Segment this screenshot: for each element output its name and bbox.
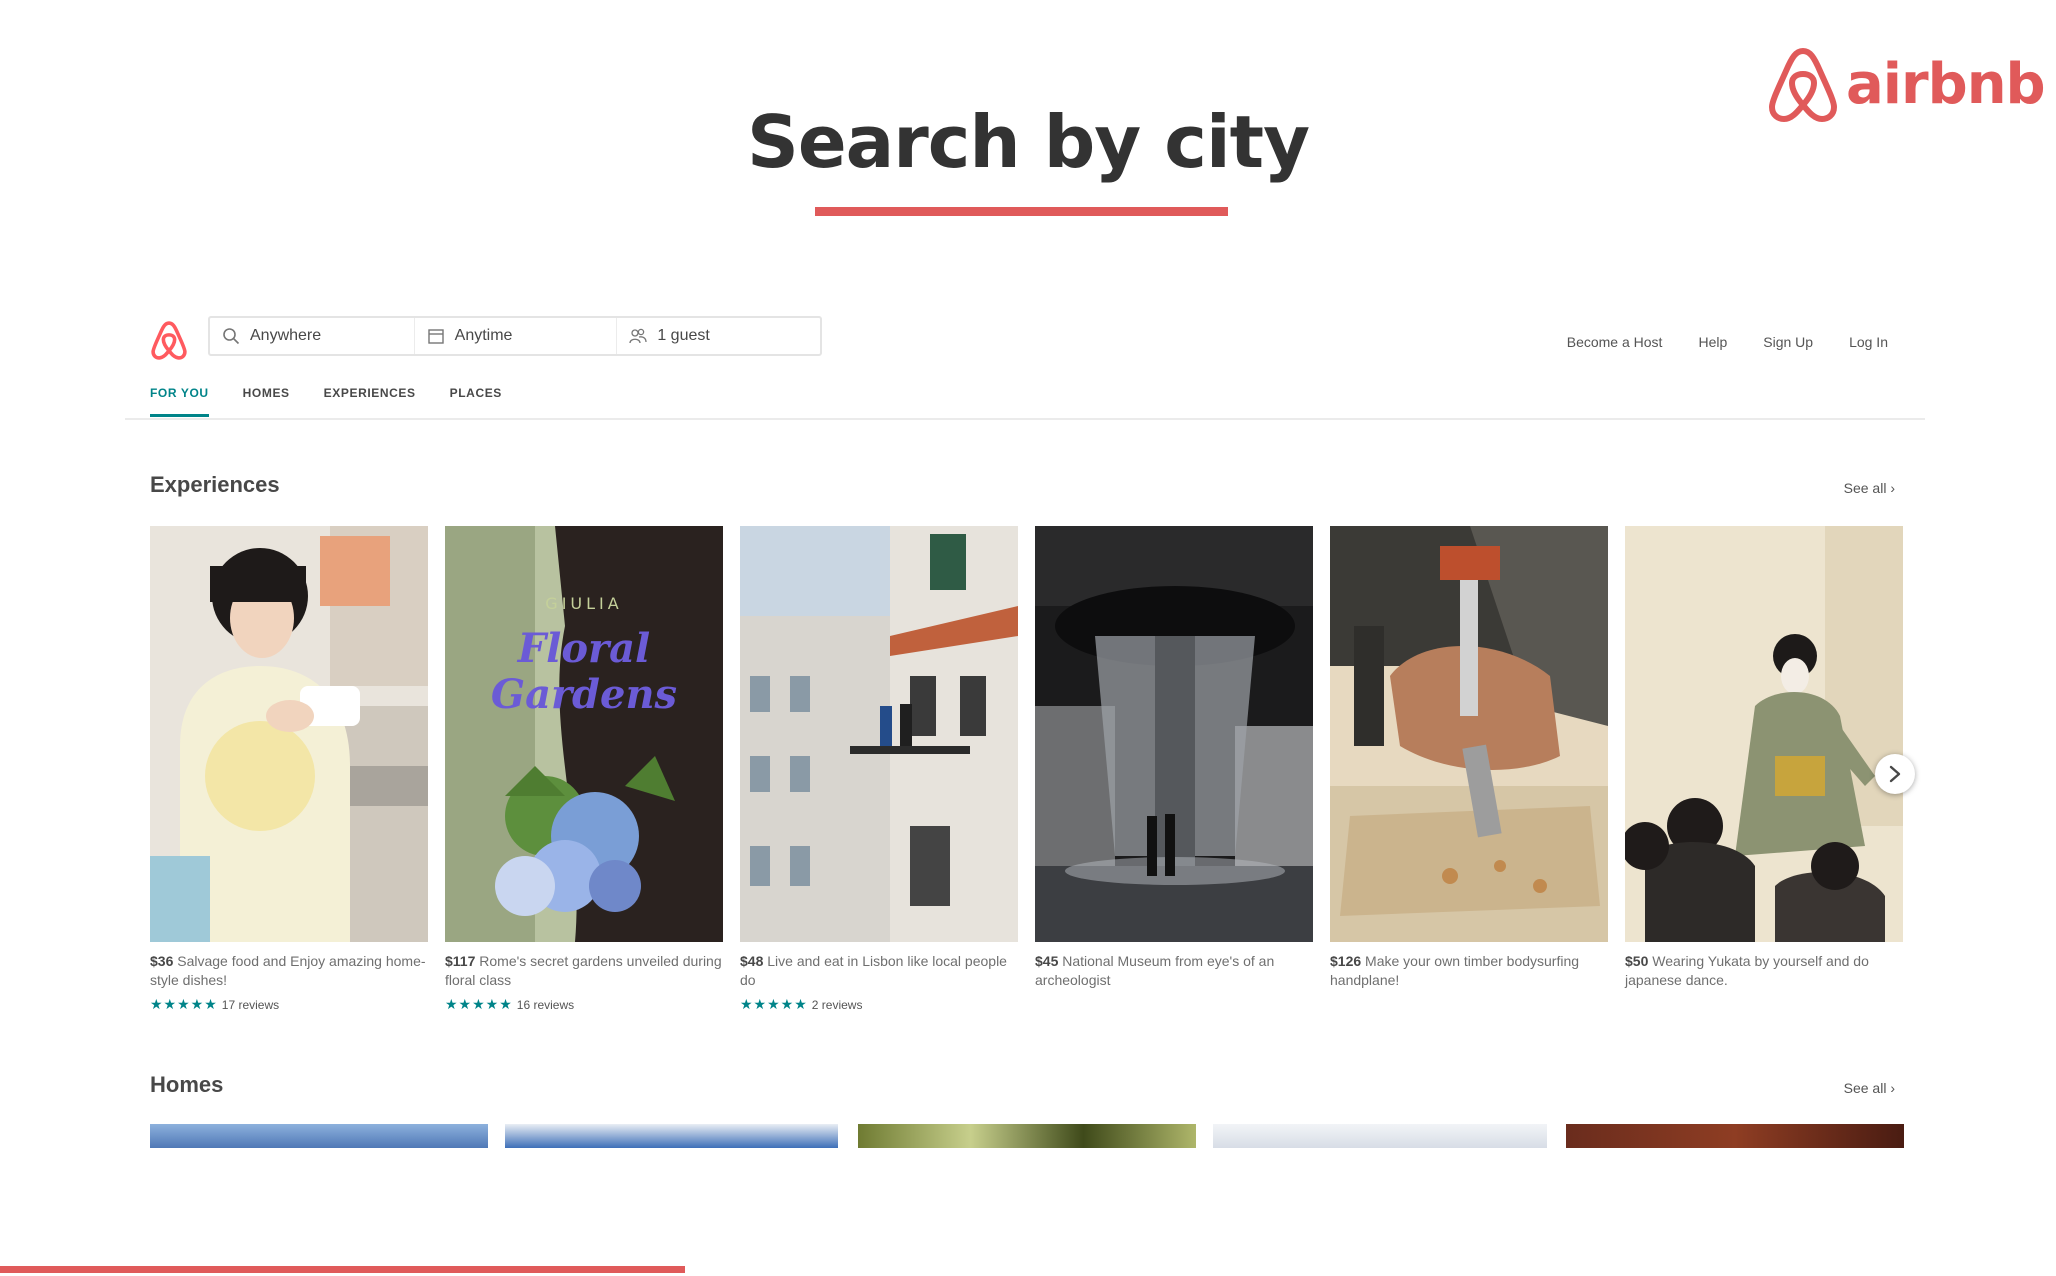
see-all-label: See all	[1843, 480, 1887, 496]
tab-homes[interactable]: HOMES	[243, 386, 290, 417]
experience-price: $45	[1035, 953, 1059, 969]
experience-card[interactable]: GIULIA Floral Gardens $117 Rome's secret…	[445, 526, 723, 1013]
review-count: 16 reviews	[516, 997, 575, 1012]
review-count: 17 reviews	[221, 997, 280, 1012]
search-bar: Anywhere Anytime 1 guest	[208, 316, 822, 356]
tab-places[interactable]: PLACES	[450, 386, 502, 417]
chevron-right-icon: ›	[1890, 1080, 1895, 1096]
experiences-see-all-link[interactable]: See all ›	[1844, 480, 1895, 496]
rating-row: ★★★★★ 2 reviews	[740, 996, 1018, 1013]
title-underline	[815, 207, 1228, 216]
experience-summary: $126 Make your own timber bodysurfing ha…	[1330, 952, 1608, 990]
top-bar: Anywhere Anytime 1 guest Become a Host H…	[125, 300, 1925, 376]
experience-card[interactable]: $50 Wearing Yukata by yourself and do ja…	[1625, 526, 1903, 990]
experience-summary: $45 National Museum from eye's of an arc…	[1035, 952, 1313, 990]
slide-title: Search by city	[746, 100, 1310, 184]
experience-summary: $117 Rome's secret gardens unveiled duri…	[445, 952, 723, 990]
experience-summary: $48 Live and eat in Lisbon like local pe…	[740, 952, 1018, 990]
experience-photo	[740, 526, 1018, 942]
sign-up-link[interactable]: Sign Up	[1763, 334, 1813, 350]
experience-card[interactable]: $126 Make your own timber bodysurfing ha…	[1330, 526, 1608, 990]
experience-price: $117	[445, 953, 476, 969]
search-icon	[223, 328, 240, 345]
become-host-link[interactable]: Become a Host	[1567, 334, 1663, 350]
experiences-carousel: $36 Salvage food and Enjoy amazing home-…	[150, 526, 1905, 1012]
see-all-label: See all	[1843, 1080, 1887, 1096]
guests-field[interactable]: 1 guest	[616, 318, 820, 354]
brand-logo: airbnb	[1768, 45, 2046, 123]
carousel-next-button[interactable]	[1875, 754, 1915, 794]
experiences-heading: Experiences	[150, 472, 280, 497]
help-link[interactable]: Help	[1698, 334, 1727, 350]
image-script-title: Floral Gardens	[490, 625, 678, 718]
experience-title: Make your own timber bodysurfing handpla…	[1330, 953, 1580, 988]
star-rating-icon: ★★★★★	[445, 996, 513, 1012]
rating-row: ★★★★★ 17 reviews	[150, 996, 428, 1013]
homes-heading: Homes	[150, 1072, 224, 1097]
experience-summary: $36 Salvage food and Enjoy amazing home-…	[150, 952, 428, 990]
star-rating-icon: ★★★★★	[150, 996, 218, 1012]
experience-card[interactable]: $45 National Museum from eye's of an arc…	[1035, 526, 1313, 990]
home-listing-photo[interactable]	[1213, 1124, 1547, 1148]
where-field[interactable]: Anywhere	[210, 318, 414, 354]
guests-icon	[629, 328, 647, 344]
review-count: 2 reviews	[811, 997, 863, 1012]
where-value: Anywhere	[250, 327, 322, 344]
experience-title: Salvage food and Enjoy amazing home-styl…	[150, 953, 426, 988]
experience-photo	[1035, 526, 1313, 942]
experience-title: National Museum from eye's of an archeol…	[1035, 953, 1275, 988]
brand-wordmark: airbnb	[1846, 51, 2046, 117]
home-listing-photo[interactable]	[858, 1124, 1196, 1148]
category-tabs: FOR YOU HOMES EXPERIENCES PLACES	[150, 386, 502, 417]
experience-title: Live and eat in Lisbon like local people…	[740, 953, 1007, 988]
experience-photo: GIULIA Floral Gardens	[445, 526, 723, 942]
rating-row: ★★★★★ 16 reviews	[445, 996, 723, 1013]
home-listing-photo[interactable]	[505, 1124, 838, 1148]
when-field[interactable]: Anytime	[413, 318, 617, 354]
chevron-right-icon: ›	[1890, 480, 1895, 496]
experience-price: $48	[740, 953, 764, 969]
experience-price: $126	[1330, 953, 1362, 969]
tab-experiences[interactable]: EXPERIENCES	[324, 386, 416, 417]
airbnb-belo-icon[interactable]	[151, 320, 187, 360]
experience-card[interactable]: $36 Salvage food and Enjoy amazing home-…	[150, 526, 428, 1013]
experience-title: Wearing Yukata by yourself and do japane…	[1625, 953, 1869, 988]
home-listing-photo[interactable]	[150, 1124, 488, 1148]
experience-photo	[1625, 526, 1903, 942]
tabs-divider	[125, 418, 1925, 420]
guests-value: 1 guest	[657, 327, 710, 344]
chevron-right-icon	[1889, 765, 1901, 783]
homes-see-all-link[interactable]: See all ›	[1844, 1080, 1895, 1096]
log-in-link[interactable]: Log In	[1849, 334, 1888, 350]
home-listing-photo[interactable]	[1566, 1124, 1904, 1148]
image-caption: GIULIA	[545, 594, 623, 613]
experience-summary: $50 Wearing Yukata by yourself and do ja…	[1625, 952, 1903, 990]
experience-photo	[150, 526, 428, 942]
experience-card[interactable]: $48 Live and eat in Lisbon like local pe…	[740, 526, 1018, 1013]
tab-for-you[interactable]: FOR YOU	[150, 386, 209, 417]
experience-price: $36	[150, 953, 174, 969]
experience-price: $50	[1625, 953, 1649, 969]
star-rating-icon: ★★★★★	[740, 996, 808, 1012]
experience-title: Rome's secret gardens unveiled during fl…	[445, 953, 722, 988]
calendar-icon	[427, 329, 444, 344]
when-value: Anytime	[454, 327, 513, 344]
slide-progress-bar	[0, 1266, 685, 1273]
header-nav: Become a Host Help Sign Up Log In	[1567, 334, 1888, 350]
airbnb-belo-icon	[1769, 48, 1837, 122]
experience-photo	[1330, 526, 1608, 942]
airbnb-homepage: Anywhere Anytime 1 guest Become a Host H…	[125, 300, 1925, 1160]
